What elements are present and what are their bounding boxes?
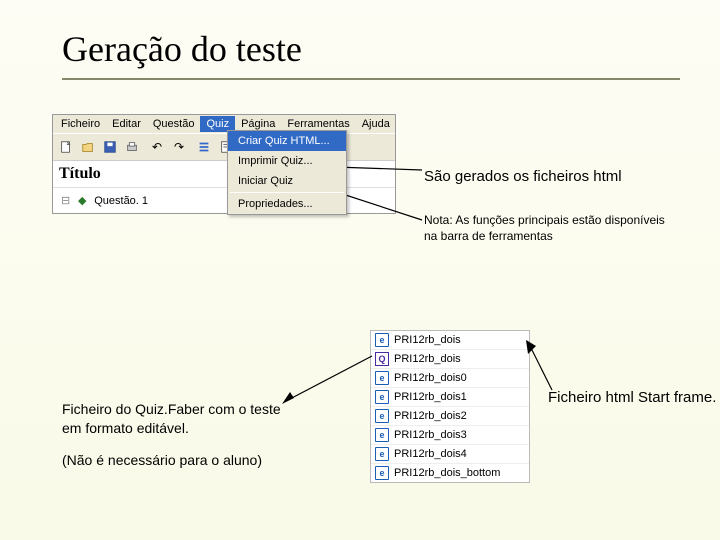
dropdown-item[interactable]: Criar Quiz HTML...	[228, 131, 346, 151]
file-row[interactable]: ePRI12rb_dois1	[371, 388, 529, 407]
file-row[interactable]: e PRI12rb_dois	[371, 331, 529, 350]
save-icon[interactable]	[99, 136, 121, 158]
menu-item-editar[interactable]: Editar	[106, 116, 147, 132]
undo-icon[interactable]: ↶	[146, 136, 168, 158]
annotation-quizfaber-note: (Não é necessário para o aluno)	[62, 452, 322, 468]
open-file-icon[interactable]	[77, 136, 99, 158]
print-icon[interactable]	[121, 136, 143, 158]
html-file-icon: e	[375, 409, 389, 423]
file-name: PRI12rb_dois3	[394, 429, 467, 441]
question-icon: ◆	[76, 195, 88, 207]
html-file-icon: e	[375, 447, 389, 461]
file-name: PRI12rb_dois0	[394, 372, 467, 384]
title-field-label: Título	[59, 165, 101, 182]
dropdown-item[interactable]: Propriedades...	[228, 194, 346, 214]
list-icon[interactable]	[193, 136, 215, 158]
file-row[interactable]: ePRI12rb_dois0	[371, 369, 529, 388]
annotation-start-frame: Ficheiro html Start frame.	[548, 388, 716, 408]
file-name: PRI12rb_dois_bottom	[394, 467, 500, 479]
quiz-menu-dropdown: Criar Quiz HTML...Imprimir Quiz...Inicia…	[227, 130, 347, 215]
new-file-icon[interactable]	[55, 136, 77, 158]
html-file-icon: e	[375, 466, 389, 480]
title-underline	[62, 78, 680, 80]
annotation-toolbar-note: Nota: As funções principais estão dispon…	[424, 212, 674, 244]
generated-files-list: ePRI12rb_doisQPRI12rb_doisePRI12rb_dois0…	[370, 330, 530, 483]
file-name: PRI12rb_dois1	[394, 391, 467, 403]
tree-expand-icon: ⊟	[61, 194, 70, 207]
html-file-icon: e	[375, 428, 389, 442]
annotation-generated-files: São gerados os ficheiros html	[424, 168, 622, 185]
file-row[interactable]: e PRI12rb_dois4	[371, 445, 529, 464]
dropdown-item[interactable]: Iniciar Quiz	[228, 171, 346, 191]
menu-item-ajuda[interactable]: Ajuda	[356, 116, 396, 132]
file-row[interactable]: e PRI12rb_dois3	[371, 426, 529, 445]
quizfaber-window: FicheiroEditarQuestãoQuizPáginaFerrament…	[52, 114, 396, 214]
dropdown-separator	[230, 192, 344, 193]
redo-icon[interactable]: ↷	[168, 136, 190, 158]
arrow-to-quizfaber-file	[280, 350, 380, 410]
arrow-to-startframe	[522, 340, 562, 400]
page-title: Geração do teste	[62, 28, 720, 70]
file-row[interactable]: e PRI12rb_dois2	[371, 407, 529, 426]
menu-item-questão[interactable]: Questão	[147, 116, 201, 132]
tree-item-label: Questão. 1	[94, 195, 148, 207]
file-name: PRI12rb_dois	[394, 353, 461, 365]
menu-item-ficheiro[interactable]: Ficheiro	[55, 116, 106, 132]
dropdown-item[interactable]: Imprimir Quiz...	[228, 151, 346, 171]
file-name: PRI12rb_dois2	[394, 410, 467, 422]
file-row[interactable]: e PRI12rb_dois_bottom	[371, 464, 529, 482]
file-name: PRI12rb_dois	[394, 334, 461, 346]
file-row[interactable]: QPRI12rb_dois	[371, 350, 529, 369]
file-name: PRI12rb_dois4	[394, 448, 467, 460]
html-file-icon: e	[375, 333, 389, 347]
annotation-quizfaber-file: Ficheiro do Quiz.Faber com o teste em fo…	[62, 400, 302, 438]
